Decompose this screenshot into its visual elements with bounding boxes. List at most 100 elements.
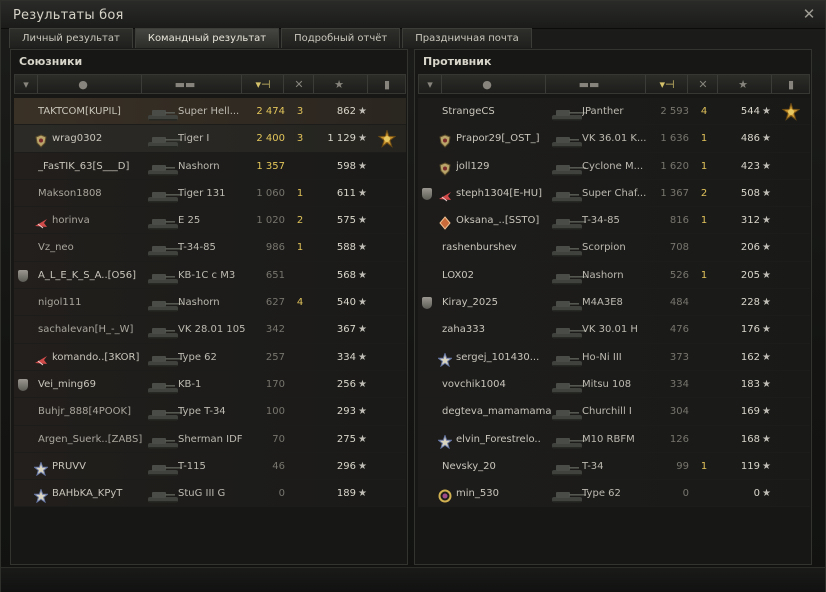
- medal-icon[interactable]: [378, 125, 396, 152]
- player-row[interactable]: Kiray_2025 M4A3E8 484 228 ★: [418, 289, 810, 317]
- damage-value: 70: [272, 433, 285, 445]
- player-name[interactable]: rashenburshev: [442, 234, 554, 261]
- player-name[interactable]: vovchik1004: [442, 371, 554, 398]
- player-name[interactable]: PRUVV: [52, 453, 150, 480]
- player-row[interactable]: LOX02 Nashorn 526 1 205 ★: [418, 261, 810, 290]
- player-row[interactable]: Makson1808 Tiger 131 1 060 1 611 ★: [14, 179, 406, 208]
- tab-team-result[interactable]: Командный результат: [134, 28, 280, 48]
- player-name[interactable]: Vz_neo: [38, 234, 150, 261]
- player-row[interactable]: zaha333 VK 30.01 H 476 176 ★: [418, 316, 810, 344]
- experience-column-icon[interactable]: ★: [735, 78, 751, 92]
- player-name[interactable]: zaha333: [442, 316, 554, 343]
- player-row[interactable]: komando..[3KOR] Type 62 257 334 ★: [14, 343, 406, 371]
- player-name[interactable]: TAKTCOM[KUPIL]: [38, 98, 150, 125]
- close-button[interactable]: ✕: [801, 6, 817, 22]
- player-row[interactable]: StrangeCS JPanther 2 593 4 544 ★: [418, 98, 810, 126]
- player-row[interactable]: Oksana_..[SSTO] T-34-85 816 1 312 ★: [418, 207, 810, 235]
- player-row[interactable]: Buhjr_888[4POOK] Type T-34 100 293 ★: [14, 398, 406, 426]
- vehicle-column-icon[interactable]: ▬▬: [165, 78, 205, 92]
- achievement-column-icon[interactable]: ▮: [379, 78, 395, 92]
- experience-star-icon: ★: [358, 133, 367, 145]
- tab-detailed-report[interactable]: Подробный отчёт: [281, 28, 401, 48]
- shield-badge-icon: [34, 125, 50, 152]
- player-row[interactable]: wrag0302 Tiger I 2 400 3 1 129 ★: [14, 125, 406, 153]
- player-row[interactable]: A_L_E_K_S_A..[O56] KB-1C с M3 651 568 ★: [14, 261, 406, 290]
- player-row[interactable]: steph1304[E-HU] Super Chaf... 1 367 2 508 ★: [418, 179, 810, 208]
- tab-personal-result[interactable]: Личный результат: [9, 28, 133, 48]
- experience-value: 544: [740, 106, 760, 117]
- experience-star-icon: ★: [358, 406, 367, 418]
- player-name[interactable]: BAHbKA_KPyT: [52, 480, 150, 507]
- damage-value: 476: [669, 324, 689, 336]
- kills-value: [291, 344, 309, 371]
- player-name[interactable]: Vei_ming69: [38, 371, 150, 398]
- player-name[interactable]: wrag0302: [52, 125, 150, 152]
- player-row[interactable]: Argen_Suerk..[ZABS] Sherman IDF 70 275 ★: [14, 425, 406, 453]
- player-row[interactable]: TAKTCOM[KUPIL] Super Hell... 2 474 3 862 ★: [14, 98, 406, 126]
- player-name[interactable]: Oksana_..[SSTO]: [456, 207, 554, 234]
- experience-column-icon[interactable]: ★: [331, 78, 347, 92]
- experience-value: 205: [740, 269, 760, 281]
- damage-column-icon[interactable]: ▾⊣: [253, 78, 273, 92]
- player-row[interactable]: Prapor29[_OST_] VK 36.01 K... 1 636 1 486 ★: [418, 125, 810, 153]
- player-row[interactable]: Nevsky_20 T-34 99 1 119 ★: [418, 452, 810, 481]
- player-row[interactable]: nigol111 Nashorn 627 4 540 ★: [14, 289, 406, 317]
- player-row[interactable]: joll129 Cyclone M... 1 620 1 423 ★: [418, 152, 810, 180]
- player-row[interactable]: rashenburshev Scorpion 708 206 ★: [418, 234, 810, 262]
- kills-value: [291, 480, 309, 507]
- kills-column-icon[interactable]: ✕: [287, 78, 311, 92]
- achievement-column-icon[interactable]: ▮: [783, 78, 799, 92]
- bottom-bar: [1, 567, 825, 592]
- player-name[interactable]: sergej_101430...: [456, 344, 554, 371]
- experience-value: 508: [740, 187, 760, 199]
- rank-column-icon[interactable]: ▾: [19, 78, 33, 92]
- player-name[interactable]: elvin_Forestrelo..: [456, 426, 554, 453]
- player-name[interactable]: steph1304[E-HU]: [456, 180, 554, 207]
- player-name[interactable]: joll129: [456, 153, 554, 180]
- player-name[interactable]: Makson1808: [38, 180, 150, 207]
- player-name[interactable]: LOX02: [442, 262, 554, 289]
- experience-value: 423: [740, 160, 760, 172]
- player-row[interactable]: horinva E 25 1 020 2 575 ★: [14, 207, 406, 235]
- player-row[interactable]: sachalevan[H_-_W] VK 28.01 105 342 367 ★: [14, 316, 406, 344]
- player-name[interactable]: StrangeCS: [442, 98, 554, 125]
- experience-star-icon: ★: [358, 269, 367, 281]
- player-row[interactable]: elvin_Forestrelo.. M10 RBFM 126 168 ★: [418, 425, 810, 453]
- player-name[interactable]: min_530: [456, 480, 554, 507]
- player-name[interactable]: _FasTIK_63[S___D]: [38, 153, 150, 180]
- player-row[interactable]: BAHbKA_KPyT StuG III G 0 189 ★: [14, 480, 406, 508]
- player-name[interactable]: Argen_Suerk..[ZABS]: [38, 426, 150, 453]
- player-row[interactable]: sergej_101430... Ho-Ni III 373 162 ★: [418, 343, 810, 371]
- medal-icon[interactable]: [782, 98, 800, 125]
- player-row[interactable]: Vz_neo T-34-85 986 1 588 ★: [14, 234, 406, 262]
- player-name[interactable]: A_L_E_K_S_A..[O56]: [38, 262, 150, 289]
- damage-column-icon[interactable]: ▾⊣: [657, 78, 677, 92]
- rank-column-icon[interactable]: ▾: [423, 78, 437, 92]
- player-name[interactable]: Buhjr_888[4POOK]: [38, 398, 150, 425]
- player-row[interactable]: _FasTIK_63[S___D] Nashorn 1 357 598 ★: [14, 152, 406, 180]
- damage-value: 0: [278, 488, 285, 500]
- experience-value: 119: [740, 460, 760, 472]
- player-row[interactable]: Vei_ming69 KB-1 170 256 ★: [14, 370, 406, 399]
- vehicle-name: KB-1C с M3: [178, 269, 236, 281]
- player-row[interactable]: vovchik1004 Mitsu 108 334 183 ★: [418, 370, 810, 399]
- kills-value: [695, 371, 713, 398]
- player-name[interactable]: degteva_mamamama: [442, 398, 554, 425]
- player-name[interactable]: Nevsky_20: [442, 453, 554, 480]
- player-column-icon[interactable]: ●: [75, 78, 91, 92]
- player-name[interactable]: Prapor29[_OST_]: [456, 125, 554, 152]
- player-name[interactable]: nigol111: [38, 289, 150, 316]
- kills-column-icon[interactable]: ✕: [691, 78, 715, 92]
- vehicle-column-icon[interactable]: ▬▬: [569, 78, 609, 92]
- player-name[interactable]: Kiray_2025: [442, 289, 554, 316]
- player-row[interactable]: degteva_mamamama Churchill I 304 169 ★: [418, 398, 810, 426]
- player-row[interactable]: PRUVV T-115 46 296 ★: [14, 452, 406, 481]
- player-name[interactable]: komando..[3KOR]: [52, 344, 150, 371]
- tab-holiday-mail[interactable]: Праздничная почта: [402, 28, 532, 48]
- damage-value: 334: [669, 378, 689, 390]
- player-row[interactable]: min_530 Type 62 0 0 ★: [418, 480, 810, 508]
- star-badge-icon: [438, 344, 454, 371]
- player-name[interactable]: horinva: [52, 207, 150, 234]
- player-column-icon[interactable]: ●: [479, 78, 495, 92]
- player-name[interactable]: sachalevan[H_-_W]: [38, 316, 150, 343]
